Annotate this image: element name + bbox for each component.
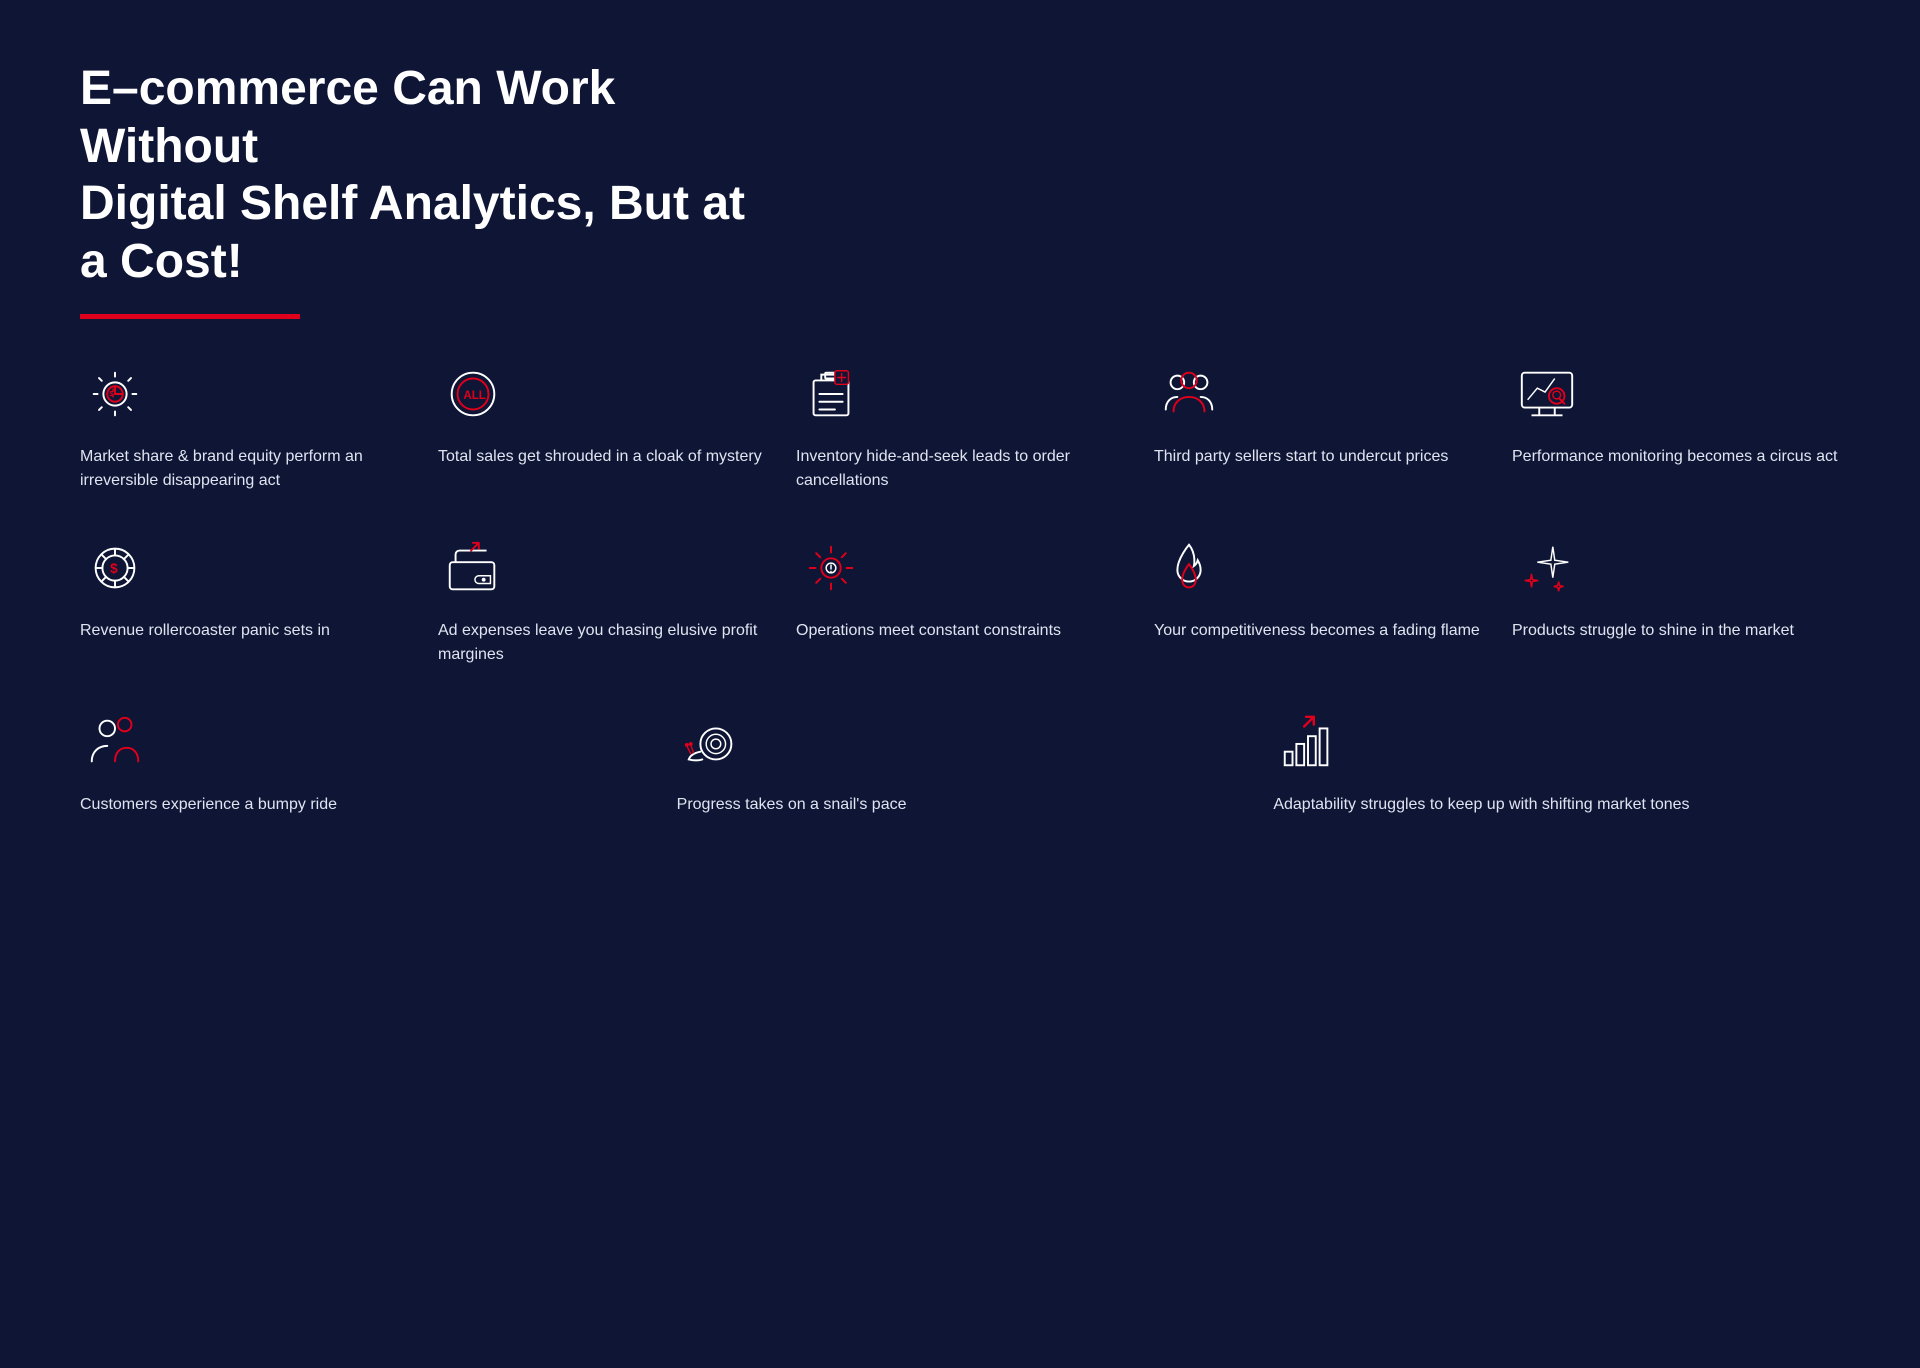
operations-label: Operations meet constant constraints — [796, 619, 1061, 643]
competitiveness-label: Your competitiveness becomes a fading fl… — [1154, 619, 1480, 643]
adaptability-label: Adaptability struggles to keep up with s… — [1273, 793, 1689, 817]
item-inventory: Inventory hide-and-seek leads to order c… — [796, 359, 1124, 493]
chart-arrow-icon — [1273, 707, 1343, 777]
dollar-gear-icon: $ — [80, 533, 150, 603]
people-icon — [1154, 359, 1224, 429]
item-adaptability: Adaptability struggles to keep up with s… — [1273, 707, 1840, 817]
item-performance: Performance monitoring becomes a circus … — [1512, 359, 1840, 493]
decorative-line — [80, 314, 300, 319]
market-share-label: Market share & brand equity perform an i… — [80, 445, 408, 493]
ad-expenses-label: Ad expenses leave you chasing elusive pr… — [438, 619, 766, 667]
person-bump-icon — [80, 707, 150, 777]
item-progress: Progress takes on a snail's pace — [677, 707, 1244, 817]
customers-label: Customers experience a bumpy ride — [80, 793, 337, 817]
gear-warning-icon — [796, 533, 866, 603]
svg-text:ALL: ALL — [463, 389, 486, 402]
item-competitiveness: Your competitiveness becomes a fading fl… — [1154, 533, 1482, 667]
clipboard-box-icon — [796, 359, 866, 429]
items-grid-row2: $ Revenue rollercoaster panic sets in Ad… — [80, 533, 1840, 667]
item-products: Products struggle to shine in the market — [1512, 533, 1840, 667]
wallet-arrow-icon — [438, 533, 508, 603]
page-title: E–commerce Can Work Without Digital Shel… — [80, 60, 780, 290]
item-ad-expenses: Ad expenses leave you chasing elusive pr… — [438, 533, 766, 667]
item-customers: Customers experience a bumpy ride — [80, 707, 647, 817]
item-market-share: $ Market share & brand equity perform an… — [80, 359, 408, 493]
gear-chart-icon: $ — [80, 359, 150, 429]
item-third-party: Third party sellers start to undercut pr… — [1154, 359, 1482, 493]
all-circle-icon: ALL — [438, 359, 508, 429]
svg-text:$: $ — [109, 389, 114, 398]
revenue-label: Revenue rollercoaster panic sets in — [80, 619, 330, 643]
inventory-label: Inventory hide-and-seek leads to order c… — [796, 445, 1124, 493]
items-grid-row1: $ Market share & brand equity perform an… — [80, 359, 1840, 493]
page-header: E–commerce Can Work Without Digital Shel… — [80, 60, 1840, 319]
item-revenue: $ Revenue rollercoaster panic sets in — [80, 533, 408, 667]
total-sales-label: Total sales get shrouded in a cloak of m… — [438, 445, 762, 469]
monitor-search-icon — [1512, 359, 1582, 429]
sparkle-icon — [1512, 533, 1582, 603]
item-operations: Operations meet constant constraints — [796, 533, 1124, 667]
item-total-sales: ALL Total sales get shrouded in a cloak … — [438, 359, 766, 493]
flame-icon — [1154, 533, 1224, 603]
progress-label: Progress takes on a snail's pace — [677, 793, 907, 817]
performance-label: Performance monitoring becomes a circus … — [1512, 445, 1837, 469]
products-label: Products struggle to shine in the market — [1512, 619, 1794, 643]
items-grid-row3: Customers experience a bumpy ride Progre… — [80, 707, 1840, 817]
title-line2: Digital Shelf Analytics, But at a Cost! — [80, 177, 745, 288]
snail-icon — [677, 707, 747, 777]
svg-text:$: $ — [110, 561, 118, 576]
title-line1: E–commerce Can Work Without — [80, 62, 615, 173]
third-party-label: Third party sellers start to undercut pr… — [1154, 445, 1448, 469]
